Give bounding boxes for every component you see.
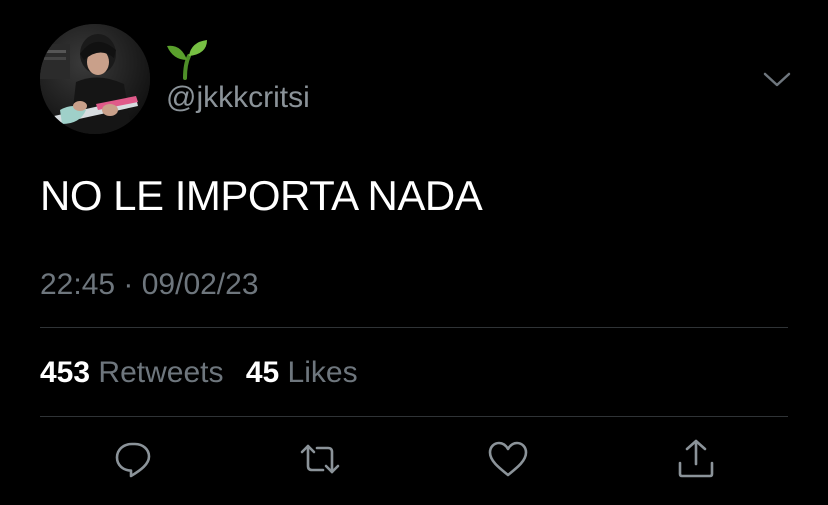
like-button[interactable] [486,437,530,481]
user-handle[interactable]: @jkkkcritsi [166,80,310,116]
share-button[interactable] [674,437,718,481]
divider [40,416,788,417]
chevron-down-icon[interactable] [760,64,794,94]
retweets-count[interactable]: 453 [40,356,90,389]
tweet-text: NO LE IMPORTA NADA [40,172,483,219]
reply-button[interactable] [112,437,156,481]
avatar[interactable] [40,24,150,134]
likes-count[interactable]: 45 [246,356,279,389]
retweet-icon [300,444,340,474]
heart-icon [488,441,528,477]
tweet-timestamp[interactable]: 22:45 · 09/02/23 [40,266,259,304]
display-name-emoji[interactable] [165,38,211,80]
retweet-button[interactable] [298,437,342,481]
likes-label[interactable]: Likes [288,356,358,389]
tweet-detail: @jkkkcritsi NO LE IMPORTA NADA 22:45 · 0… [0,0,828,505]
tweet-stats: 453 Retweets 45 Likes [40,354,358,392]
avatar-photo [40,24,150,134]
share-icon [678,439,714,478]
reply-icon [115,442,151,478]
retweets-label[interactable]: Retweets [98,356,223,389]
divider [40,327,788,328]
seedling-icon [167,40,207,80]
